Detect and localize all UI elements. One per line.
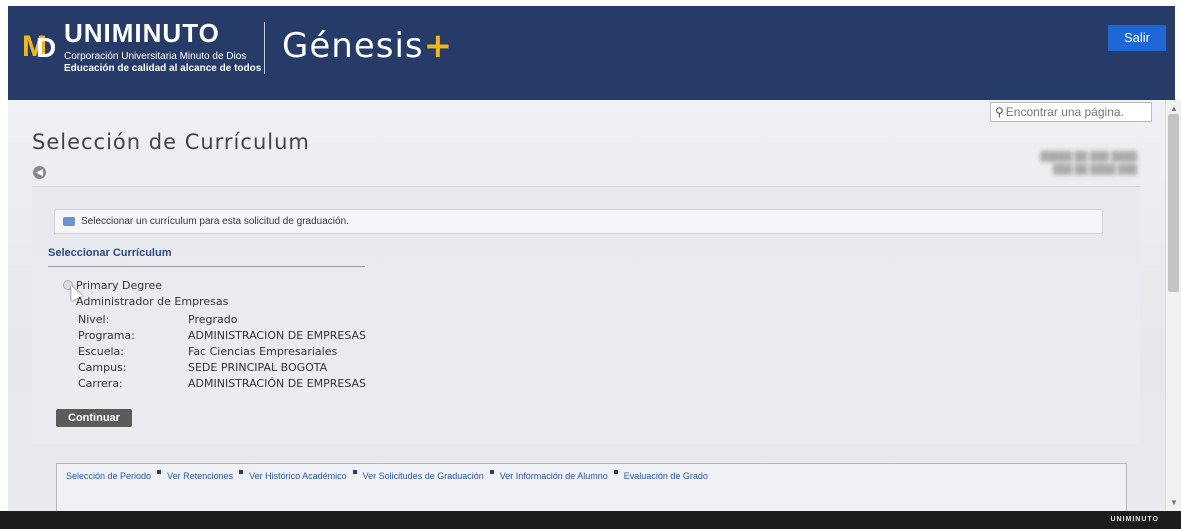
brand-subtitle: Corporación Universitaria Minuto de Dios	[64, 51, 247, 62]
find-page-search[interactable]: ⚲	[990, 102, 1152, 122]
curriculum-subtitle: Administrador de Empresas	[76, 295, 229, 308]
section-divider	[48, 266, 365, 267]
app-name: Génesis	[282, 26, 424, 66]
link-seleccion-periodo[interactable]: Selección de Periodo	[66, 471, 151, 481]
search-icon: ⚲	[995, 105, 1004, 119]
field-label-carrera: Carrera:	[78, 377, 123, 390]
link-historico-academico[interactable]: Ver Histórico Académico	[249, 471, 347, 481]
info-notice: Seleccionar un currículum para esta soli…	[54, 209, 1103, 234]
field-label-nivel: Nivel:	[78, 313, 110, 326]
message-icon	[63, 217, 75, 226]
brand-name: UNIMINUTO	[64, 18, 220, 48]
continue-button[interactable]: Continuar	[56, 409, 132, 427]
footer-brand: UNIMINUTO	[1110, 516, 1159, 523]
link-separator	[613, 470, 618, 474]
scroll-down-icon[interactable]: ▼	[1170, 498, 1178, 507]
logo-divider	[264, 22, 265, 74]
field-label-campus: Campus:	[78, 361, 127, 374]
field-label-escuela: Escuela:	[78, 345, 124, 358]
field-value-nivel: Pregrado	[188, 313, 238, 326]
md-logo-icon: MD	[22, 30, 57, 63]
content-panel: Seleccionar un currículum para esta soli…	[32, 186, 1140, 444]
link-separator	[352, 470, 357, 474]
section-title: Seleccionar Currículum	[48, 247, 172, 259]
notice-text: Seleccionar un currículum para esta soli…	[81, 216, 349, 227]
link-solicitudes-graduacion[interactable]: Ver Solicitudes de Graduación	[363, 471, 484, 481]
field-value-programa: ADMINISTRACION DE EMPRESAS	[188, 329, 367, 342]
uniminuto-logo: MD UNIMINUTO Corporación Universitaria M…	[22, 18, 262, 74]
header-bar: MD UNIMINUTO Corporación Universitaria M…	[8, 6, 1175, 100]
link-separator	[157, 470, 162, 474]
app-plus: +	[423, 26, 454, 66]
scroll-thumb[interactable]	[1168, 114, 1179, 292]
field-value-carrera: ADMINISTRACIÓN DE EMPRESAS	[188, 377, 367, 390]
logout-button[interactable]: Salir	[1108, 25, 1166, 51]
vertical-scrollbar[interactable]: ▲ ▼	[1165, 100, 1181, 511]
user-info-blurred: █████ ██ ███ ████ ███ ██ ████ ███	[1040, 151, 1137, 174]
back-arrow-icon[interactable]: ◀	[33, 166, 46, 179]
link-separator	[489, 470, 494, 474]
field-label-programa: Programa:	[78, 329, 135, 342]
link-ver-retenciones[interactable]: Ver Retenciones	[167, 471, 233, 481]
link-evaluacion-grado[interactable]: Evaluación de Grado	[624, 471, 708, 481]
field-value-campus: SEDE PRINCIPAL BOGOTA	[188, 361, 328, 374]
curriculum-title: Primary Degree	[76, 279, 163, 292]
page-title: Selección de Currículum	[32, 130, 310, 154]
page-body: ⚲ Selección de Currículum ◀ █████ ██ ███…	[8, 100, 1165, 511]
brand-tagline: Educación de calidad al alcance de todos	[64, 63, 262, 74]
find-page-input[interactable]	[1005, 105, 1146, 119]
link-informacion-alumno[interactable]: Ver Información de Alumno	[500, 471, 608, 481]
app-logo: Génesis+	[282, 26, 453, 66]
scroll-up-icon[interactable]: ▲	[1170, 104, 1178, 113]
field-value-escuela: Fac Ciencias Empresariales	[188, 345, 338, 358]
footer-bar: UNIMINUTO	[0, 511, 1181, 529]
link-separator	[239, 470, 244, 474]
app-window: MD UNIMINUTO Corporación Universitaria M…	[0, 0, 1181, 529]
nav-links-bar: Selección de Periodo Ver Retenciones Ver…	[56, 463, 1127, 511]
